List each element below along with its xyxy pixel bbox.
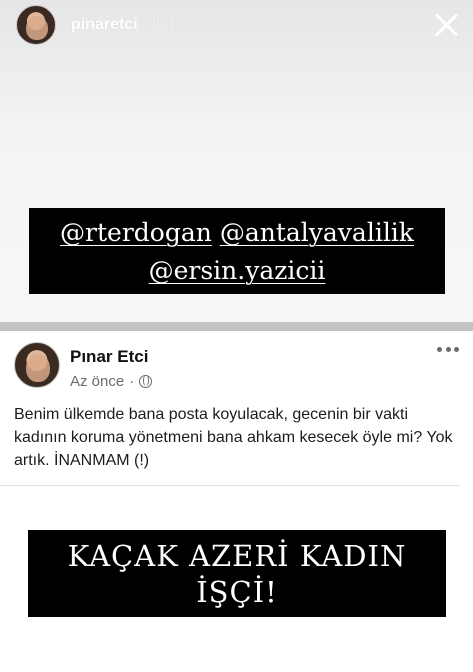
close-icon[interactable] xyxy=(431,10,461,40)
post-time[interactable]: Az önce xyxy=(70,373,124,390)
banner-line-2: İŞÇİ! xyxy=(196,575,278,609)
story-username[interactable]: pinaretci xyxy=(71,16,138,34)
post-separator xyxy=(0,485,460,486)
mention-sticker: @rterdogan @antalyavalilik @ersin.yazici… xyxy=(29,208,445,294)
post-author[interactable]: Pınar Etci xyxy=(70,347,148,367)
story-header: pinaretci 40d xyxy=(16,5,175,45)
post-meta: Az önce · xyxy=(70,373,153,390)
more-options-icon[interactable] xyxy=(437,347,459,355)
story-panel: pinaretci 40d @rterdogan @antalyavalilik… xyxy=(0,0,473,322)
mention-ersin-yazicii[interactable]: @ersin.yazicii xyxy=(149,256,326,285)
divider xyxy=(0,322,473,331)
post-avatar[interactable] xyxy=(14,342,60,388)
mention-antalyavalilik[interactable]: @antalyavalilik xyxy=(220,218,414,247)
globe-icon xyxy=(139,375,153,388)
banner-line-1: KAÇAK AZERİ KADIN xyxy=(67,539,407,573)
post-text: Benim ülkemde bana posta koyulacak, gece… xyxy=(14,406,453,469)
mention-rterdogan[interactable]: @rterdogan xyxy=(60,218,212,247)
meta-separator: · xyxy=(129,373,135,390)
facebook-post: Pınar Etci Az önce · Benim ülkemde bana … xyxy=(0,331,473,672)
caps-banner: KAÇAK AZERİ KADIN İŞÇİ! xyxy=(28,530,446,617)
story-avatar[interactable] xyxy=(16,5,56,45)
story-age: 40d xyxy=(147,16,175,33)
